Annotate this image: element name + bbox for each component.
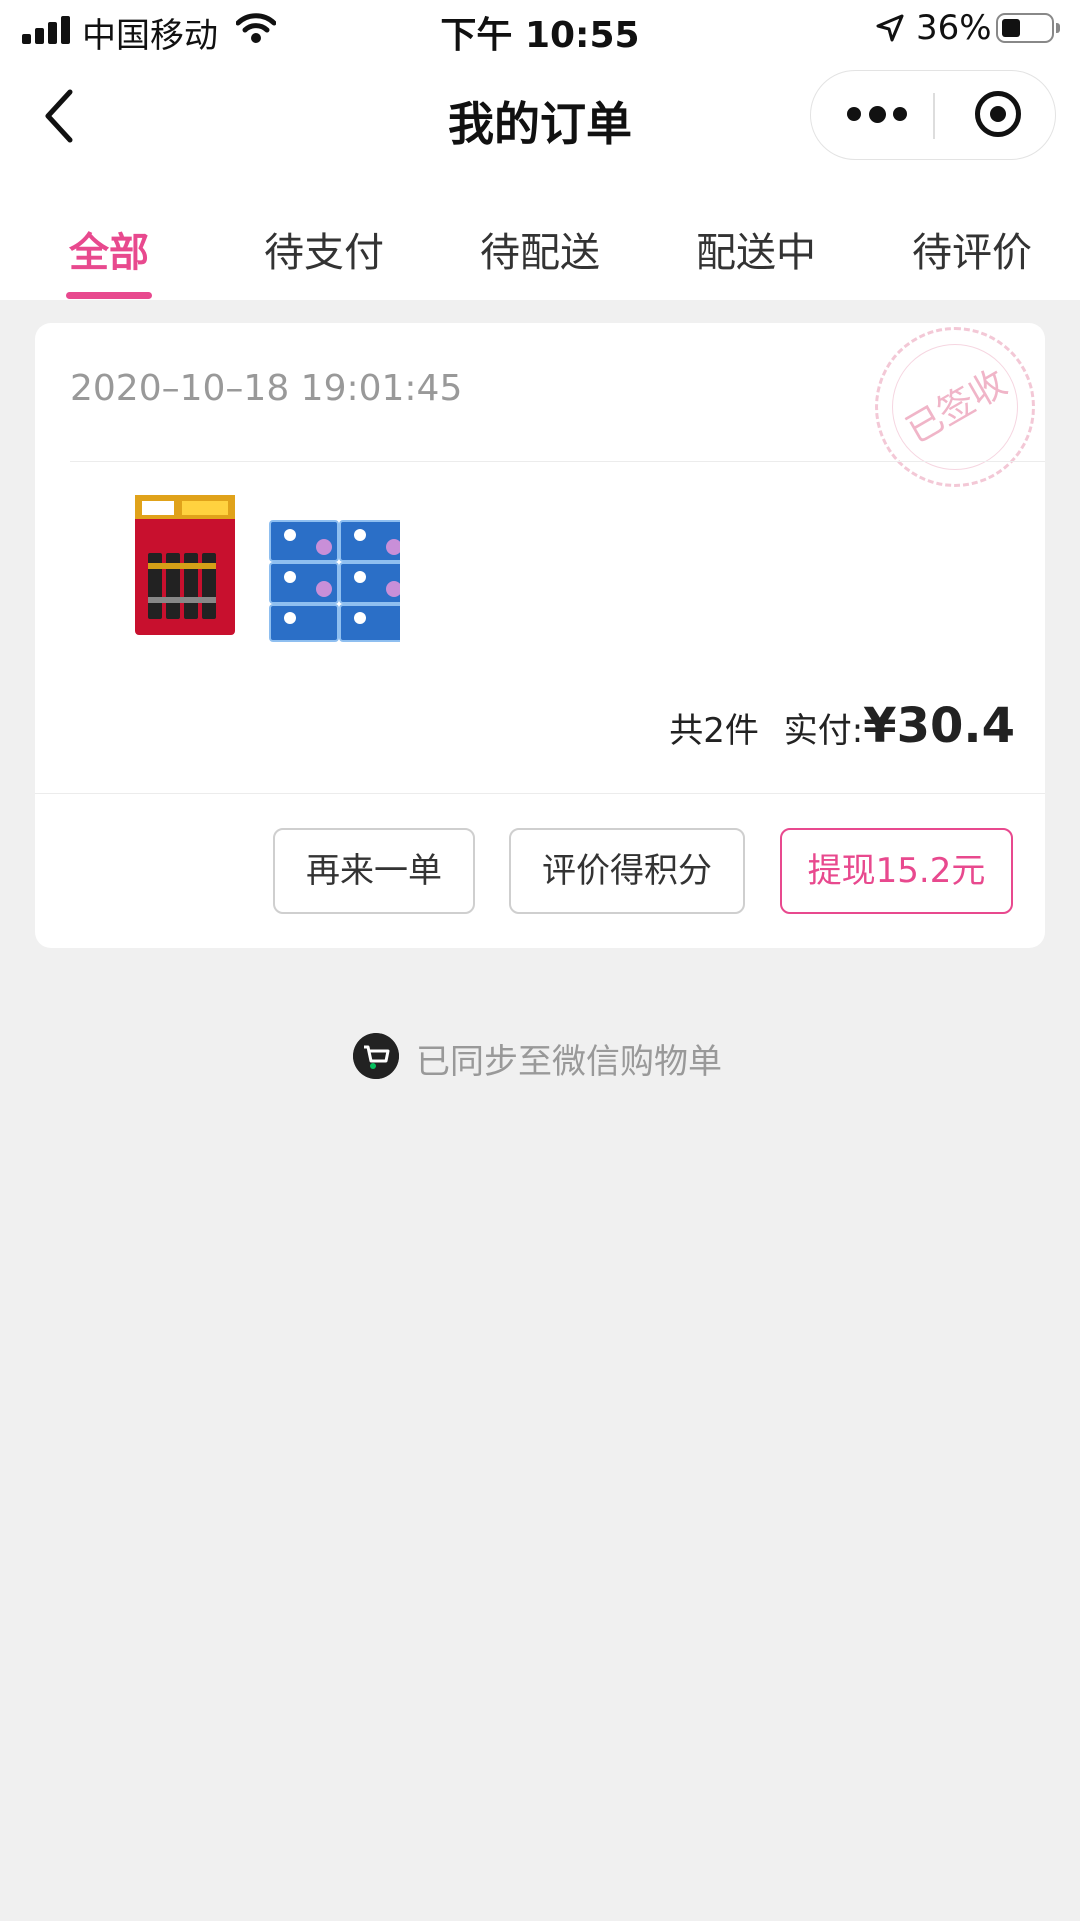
location-arrow-icon	[876, 14, 904, 42]
withdraw-cash-button[interactable]: 提现15.2元	[780, 828, 1013, 914]
top-bar: 中国移动 下午 10:55 36% 我的订单 全部 待支付 待配送 配送中 待评…	[0, 0, 1080, 300]
reorder-button[interactable]: 再来一单	[273, 828, 475, 914]
tab-delivering[interactable]: 配送中	[648, 220, 864, 278]
product-image-battery[interactable]	[90, 493, 240, 643]
battery-percent: 36%	[916, 8, 992, 48]
status-bar: 中国移动 下午 10:55 36%	[0, 0, 1080, 60]
order-tabs: 全部 待支付 待配送 配送中 待评价	[0, 200, 1080, 300]
item-count: 共2件	[669, 711, 759, 751]
product-image-tissue[interactable]	[250, 493, 400, 643]
nav-bar: 我的订单	[0, 60, 1080, 170]
divider	[35, 793, 1045, 794]
order-card[interactable]: 2020–10–18 19:01:45 已签收 共2件 实付:¥30.4 再来一…	[35, 323, 1045, 948]
more-icon[interactable]	[847, 106, 907, 123]
close-miniprogram-icon[interactable]	[975, 91, 1021, 137]
paid-amount: ¥30.4	[863, 698, 1015, 754]
tab-pending-payment[interactable]: 待支付	[216, 220, 432, 278]
sync-text: 已同步至微信购物单	[416, 1042, 722, 1082]
miniprogram-capsule	[810, 70, 1056, 160]
wechat-sync-note: 已同步至微信购物单	[0, 1030, 1080, 1082]
tab-pending-delivery[interactable]: 待配送	[432, 220, 648, 278]
order-summary: 共2件 实付:¥30.4	[669, 698, 1015, 754]
tab-all[interactable]: 全部	[1, 220, 217, 278]
signed-stamp: 已签收	[875, 327, 1035, 487]
review-for-points-button[interactable]: 评价得积分	[509, 828, 745, 914]
tab-pending-review[interactable]: 待评价	[864, 220, 1080, 278]
order-datetime: 2020–10–18 19:01:45	[70, 368, 463, 409]
divider	[70, 461, 1045, 462]
capsule-divider	[933, 93, 935, 139]
active-tab-indicator	[66, 292, 152, 299]
battery-icon	[996, 13, 1060, 43]
shopping-cart-icon	[353, 1033, 399, 1079]
paid-label: 实付:	[783, 711, 864, 751]
